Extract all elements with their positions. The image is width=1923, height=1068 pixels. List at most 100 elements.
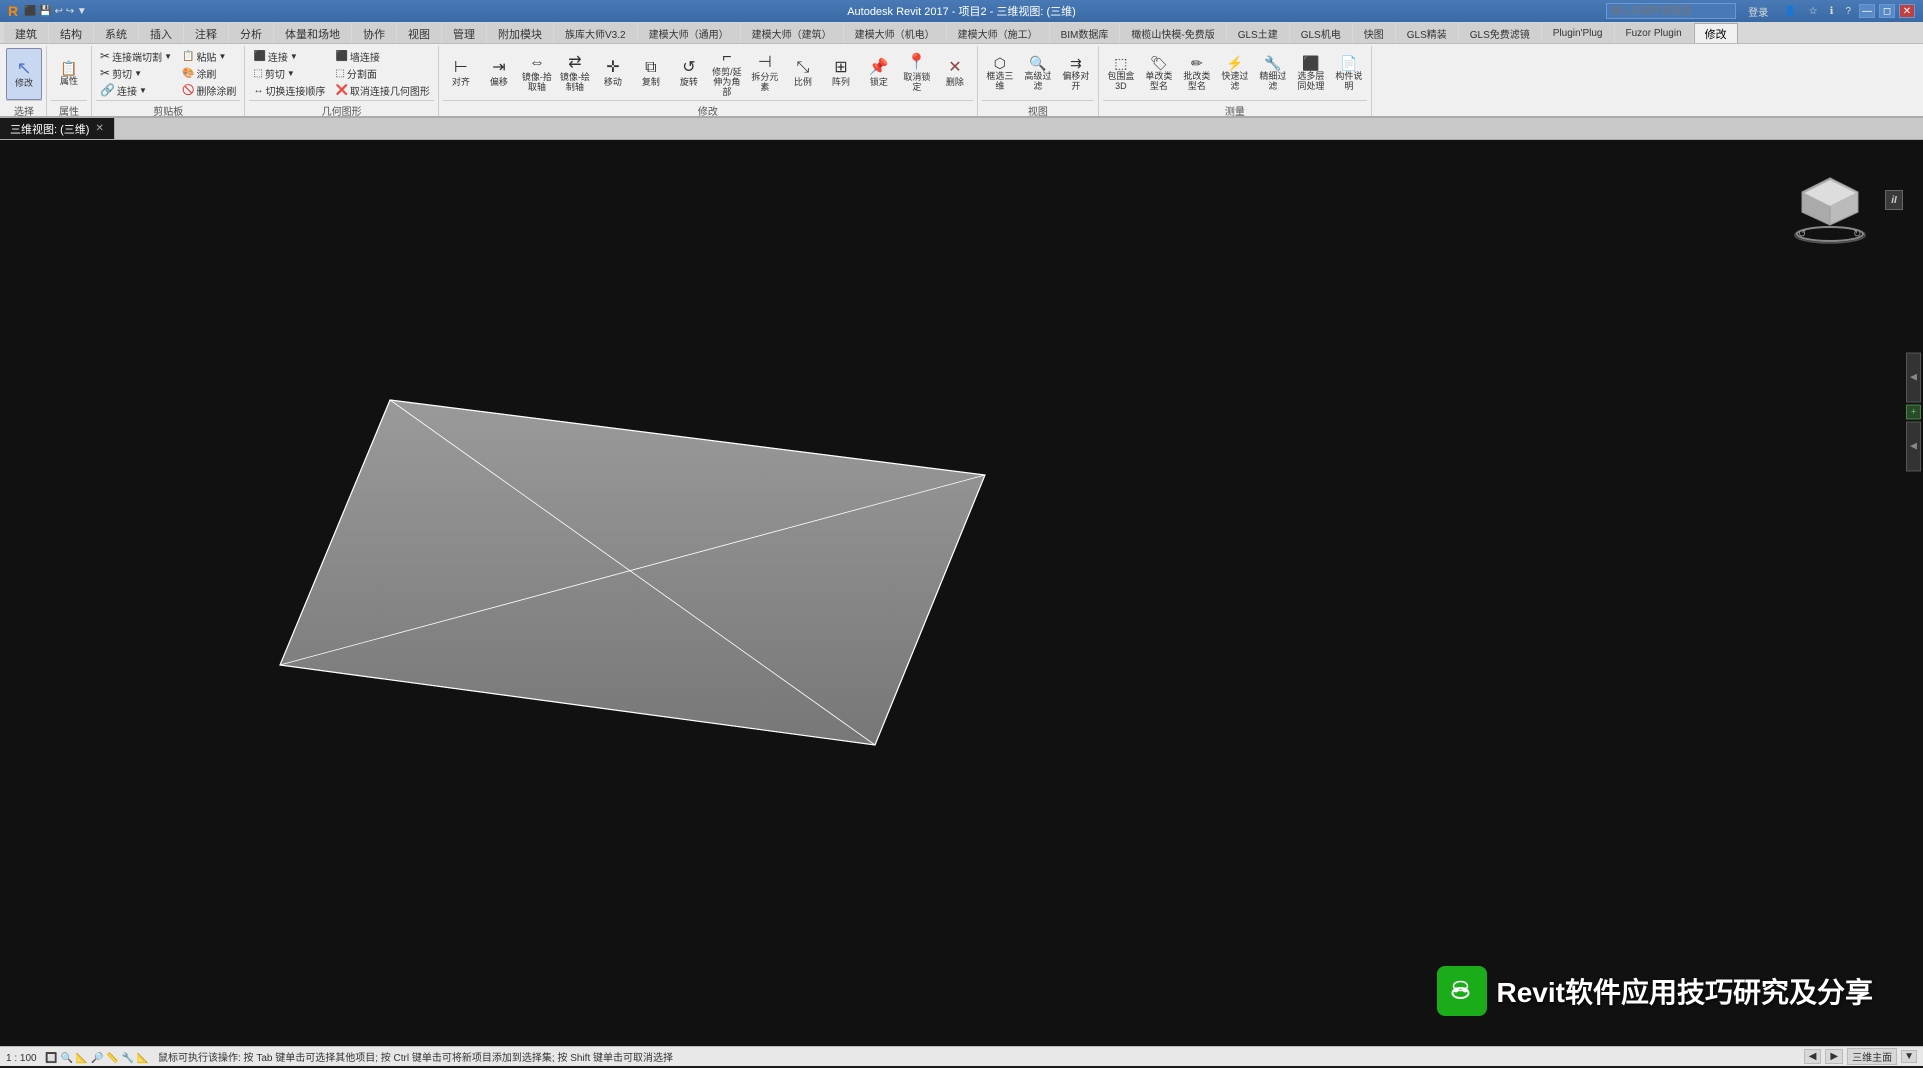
restore-button[interactable]: ◻	[1879, 4, 1895, 18]
cut-icon: ✂	[100, 66, 110, 80]
status-btn-left[interactable]: ◀	[1804, 1049, 1822, 1064]
nav-scroll-down[interactable]: ◀	[1906, 421, 1921, 471]
group-measure: ⬚ 包围盒3D 🏷 单改类型名 ✏ 批改类型名 ⚡ 快速过滤 🔧 精细过	[1099, 46, 1372, 116]
tab-pluginplug[interactable]: Plugin'Plug	[1542, 23, 1614, 43]
multi-layer-button[interactable]: ⬛ 选多层同处理	[1293, 48, 1329, 100]
offset-icon: ⇥	[492, 60, 505, 76]
bbox-3d-button[interactable]: ⬚ 包围盒3D	[1103, 48, 1139, 100]
viewcube[interactable]: ↺ ↻	[1788, 160, 1868, 240]
minimize-button[interactable]: —	[1859, 4, 1875, 18]
view-tab-3d[interactable]: 三维视图: (三维) ✕	[0, 118, 115, 139]
clipboard-col1: ✂ 连接端切割 ▼ ✂ 剪切 ▼ 🔗 连接 ▼	[96, 48, 176, 100]
modify-type-button[interactable]: ✏ 批改类型名	[1179, 48, 1215, 100]
mirror-pick-label: 镜像-拾取轴	[522, 73, 552, 93]
tab-gls-kumo[interactable]: 橄榄山快模-免费版	[1120, 23, 1225, 43]
pin-button[interactable]: 📌 锁定	[861, 48, 897, 100]
paint-button[interactable]: 🎨 涂刷	[178, 65, 240, 81]
connect-geom-button[interactable]: ⬛ 连接 ▼	[249, 48, 329, 64]
part-desc-button[interactable]: 📄 构件说明	[1331, 48, 1367, 100]
cut-geom-button[interactable]: ⬚ 剪切 ▼	[249, 65, 329, 81]
titlebar-controls: 登录 👤 ☆ ℹ ? — ◻ ✕	[1606, 3, 1915, 19]
viewport[interactable]: ↺ ↻ ◀ + ◀ iI Revit软件	[0, 140, 1923, 1046]
tab-gls-lüjing[interactable]: GLS免费滤镜	[1459, 23, 1541, 43]
x-button[interactable]: ❌ 取消连接几何图形	[331, 82, 433, 98]
connect-cut-button[interactable]: ✂ 连接端切割 ▼	[96, 48, 176, 64]
properties-button[interactable]: 📋 属性	[51, 48, 87, 100]
help-icon[interactable]: ?	[1845, 6, 1851, 17]
cut-button[interactable]: ✂ 剪切 ▼	[96, 65, 176, 81]
copy-button[interactable]: ⧉ 复制	[633, 48, 669, 100]
move-button[interactable]: ✛ 移动	[595, 48, 631, 100]
offset-button[interactable]: ⇥ 偏移	[481, 48, 517, 100]
tab-jianmo-jidian[interactable]: 建模大师（机电）	[844, 23, 946, 43]
paint-remove-button[interactable]: 🚫 删除涂刷	[178, 82, 240, 98]
offset-open-label: 偏移对开	[1061, 72, 1091, 92]
multi-layer-icon: ⬛	[1302, 56, 1319, 70]
filter-adv-button[interactable]: 🔍 高级过滤	[1020, 48, 1056, 100]
tab-guanli[interactable]: 管理	[442, 23, 486, 43]
delete-button[interactable]: ✕ 删除	[937, 48, 973, 100]
nav-green[interactable]: +	[1906, 404, 1921, 419]
paint-label: 涂刷	[196, 66, 216, 81]
tab-zhushi[interactable]: 注释	[184, 23, 228, 43]
status-btn-right[interactable]: ▶	[1825, 1049, 1843, 1064]
unpin-button[interactable]: 📍 取消锁定	[899, 48, 935, 100]
tab-shitu[interactable]: 视图	[397, 23, 441, 43]
status-dropdown[interactable]: ▼	[1901, 1050, 1917, 1063]
modify-button[interactable]: ↖ 修改	[6, 48, 42, 100]
tab-xiugai[interactable]: 修改	[1694, 23, 1738, 43]
tab-fenxi[interactable]: 分析	[229, 23, 273, 43]
tab-zukuv3[interactable]: 族库大师V3.2	[554, 23, 637, 43]
tab-charu[interactable]: 插入	[139, 23, 183, 43]
refine-filter-button[interactable]: 🔧 精细过滤	[1255, 48, 1291, 100]
paste-expand-icon: ▼	[218, 52, 226, 61]
paste-button[interactable]: 📋 粘贴 ▼	[178, 48, 240, 64]
rotate-button[interactable]: ↺ 旋转	[671, 48, 707, 100]
tab-jianmo-jianzhu[interactable]: 建模大师（建筑）	[741, 23, 843, 43]
statusbar: 1 : 100 🔲 🔍 📐 🔎 📏 🔧 📐 鼠标可执行该操作: 按 Tab 键单…	[0, 1046, 1923, 1066]
mirror-pick-button[interactable]: ⇔ 镜像-拾取轴	[519, 48, 555, 100]
tab-jianmo-shigong[interactable]: 建模大师（施工）	[947, 23, 1049, 43]
status-text: 鼠标可执行该操作: 按 Tab 键单击可选择其他项目; 按 Ctrl 键单击可将…	[158, 1053, 673, 1064]
star-icon: ☆	[1809, 6, 1818, 17]
mirror-draw-button[interactable]: ⇄ 镜像-绘制轴	[557, 48, 593, 100]
align-button[interactable]: ⊢ 对齐	[443, 48, 479, 100]
wall-join-button[interactable]: ⬛ 墙连接	[331, 48, 433, 64]
split-face-button[interactable]: ⬚ 分割面	[331, 65, 433, 81]
tab-jiegou[interactable]: 结构	[49, 23, 93, 43]
quick-filter-button[interactable]: ⚡ 快速过滤	[1217, 48, 1253, 100]
cut-geom-label: 剪切	[265, 66, 285, 81]
tab-xiezuo[interactable]: 协作	[352, 23, 396, 43]
login-text[interactable]: 登录	[1748, 4, 1768, 19]
tab-fujia[interactable]: 附加模块	[487, 23, 553, 43]
tab-jianmo-tongyong[interactable]: 建模大师（通用）	[638, 23, 740, 43]
info-item-1[interactable]: iI	[1885, 190, 1903, 210]
tab-bim-data[interactable]: BIM数据库	[1050, 23, 1120, 43]
tab-xitong[interactable]: 系统	[94, 23, 138, 43]
view-tab-close[interactable]: ✕	[95, 123, 103, 134]
tab-gls-jidian[interactable]: GLS机电	[1290, 23, 1352, 43]
nav-scroll-up[interactable]: ◀	[1906, 352, 1921, 402]
delete-icon: ✕	[948, 60, 961, 76]
type-name-button[interactable]: 🏷 单改类型名	[1141, 48, 1177, 100]
tab-tiliang[interactable]: 体量和场地	[274, 23, 351, 43]
join-button[interactable]: 🔗 连接 ▼	[96, 82, 176, 98]
tab-jianzhu[interactable]: 建筑	[4, 23, 48, 43]
pin-icon: 📌	[869, 60, 889, 76]
switch-join-button[interactable]: ↔ 切换连接顺序	[249, 82, 329, 98]
close-button[interactable]: ✕	[1899, 4, 1915, 18]
scale-button[interactable]: ⤡ 比例	[785, 48, 821, 100]
tab-gls-tujian[interactable]: GLS土建	[1227, 23, 1289, 43]
tab-gls-jingzhuang[interactable]: GLS精装	[1396, 23, 1458, 43]
tab-kuaitu[interactable]: 快图	[1353, 23, 1395, 43]
trim-button[interactable]: ⌐ 修剪/延伸为角部	[709, 48, 745, 100]
x-label: 取消连接几何图形	[350, 83, 430, 98]
offset-open-button[interactable]: ⇉ 偏移对开	[1058, 48, 1094, 100]
search-input[interactable]	[1606, 3, 1736, 19]
frame-3d-button[interactable]: ⬡ 框选三维	[982, 48, 1018, 100]
tab-fuzor[interactable]: Fuzor Plugin	[1615, 23, 1693, 43]
split-button[interactable]: ⊣ 拆分元素	[747, 48, 783, 100]
svg-text:↺: ↺	[1798, 229, 1806, 240]
wall-join-label: 墙连接	[350, 49, 380, 64]
array-button[interactable]: ⊞ 阵列	[823, 48, 859, 100]
